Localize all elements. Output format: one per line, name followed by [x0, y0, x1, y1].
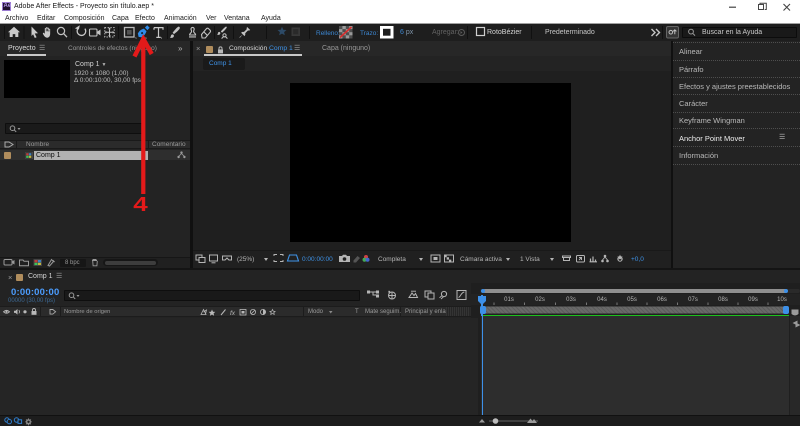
svg-text:02s: 02s: [535, 297, 545, 303]
svg-text:09s: 09s: [748, 297, 758, 303]
svg-text:07s: 07s: [688, 297, 698, 303]
svg-text:fx: fx: [230, 310, 236, 317]
svg-text:03s: 03s: [566, 297, 576, 303]
svg-text:05s: 05s: [627, 297, 637, 303]
svg-text:06s: 06s: [657, 297, 667, 303]
svg-text:08s: 08s: [718, 297, 728, 303]
svg-text:10s: 10s: [777, 297, 787, 303]
svg-text:4: 4: [133, 193, 148, 215]
svg-text:04s: 04s: [597, 297, 607, 303]
svg-text:01s: 01s: [504, 297, 514, 303]
